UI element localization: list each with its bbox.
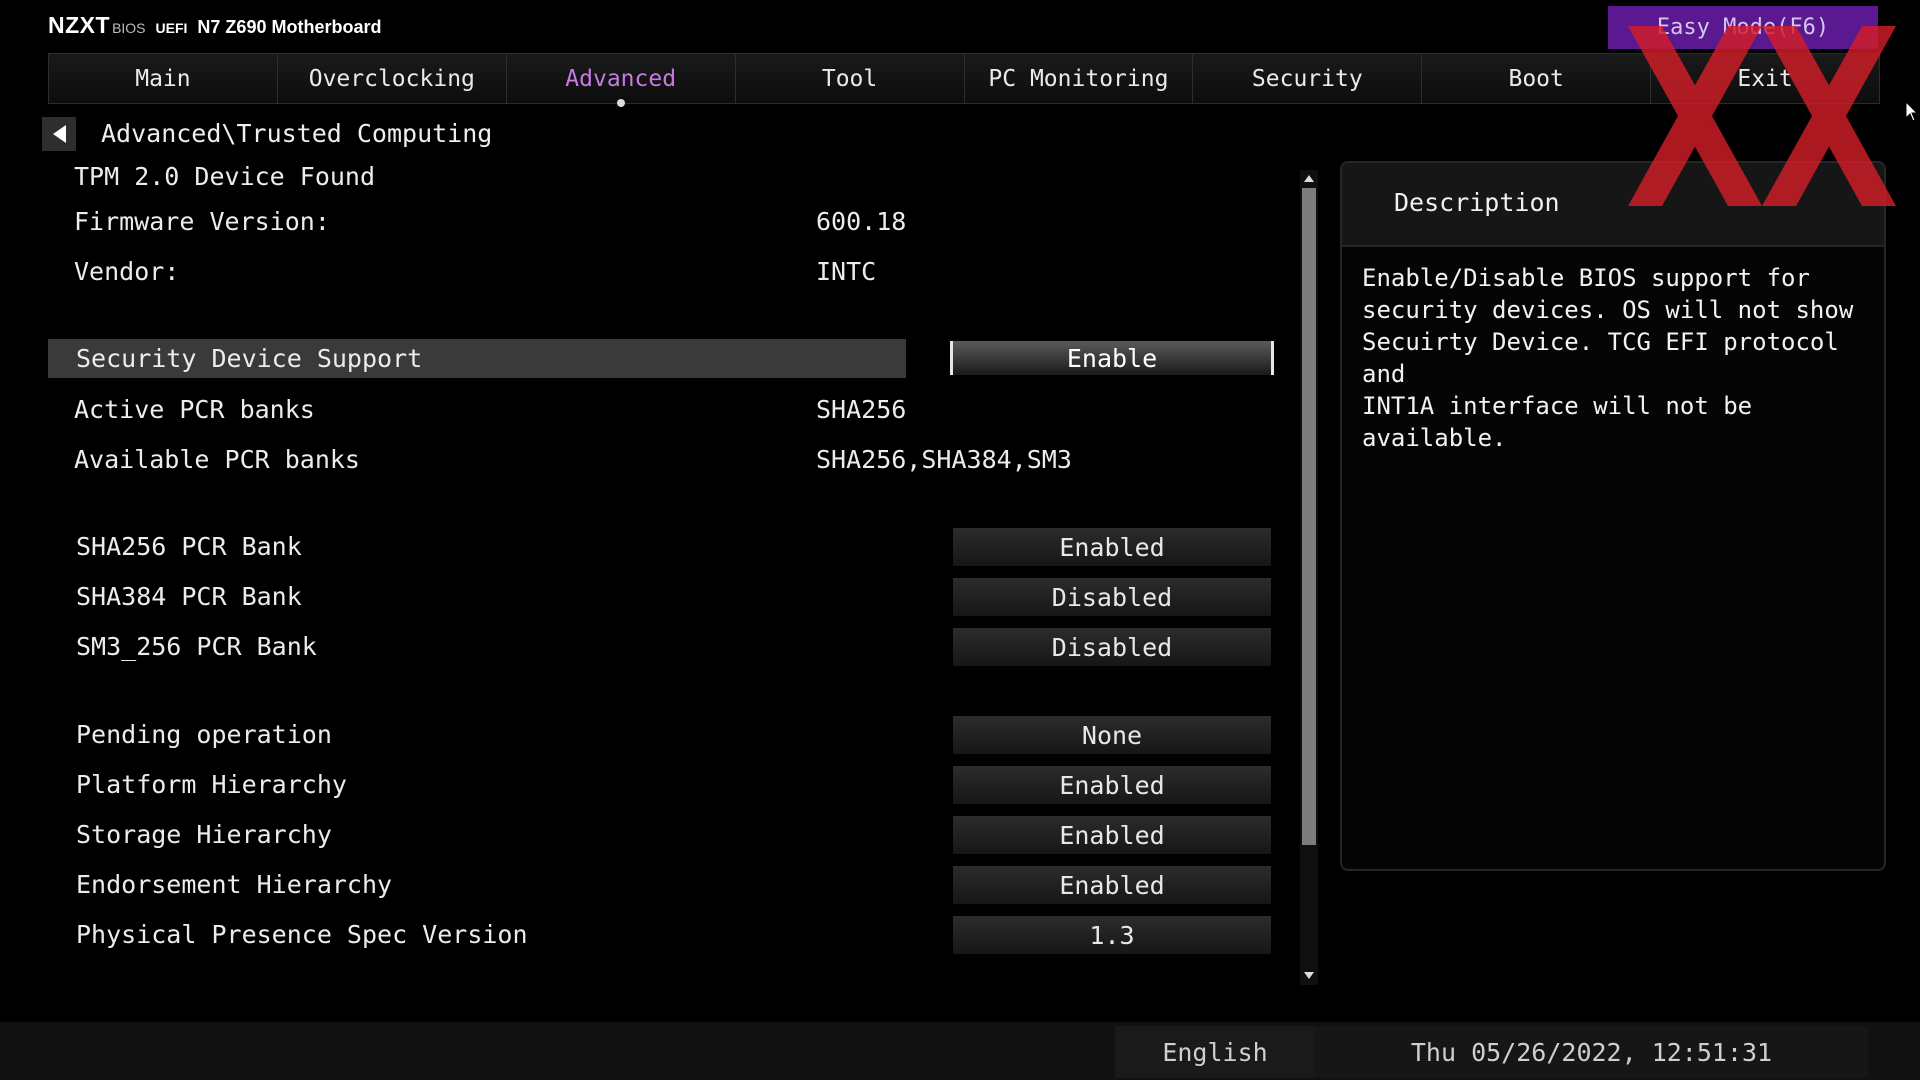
tab-main[interactable]: Main xyxy=(48,54,278,103)
available-pcr-banks-label: Available PCR banks xyxy=(74,445,360,474)
xx-watermark-logo xyxy=(1628,26,1896,206)
breadcrumb: Advanced\Trusted Computing xyxy=(101,119,493,148)
endorsement-hierarchy-select[interactable]: Enabled xyxy=(953,866,1271,904)
main-tab-bar: Main Overclocking Advanced Tool PC Monit… xyxy=(48,53,1880,107)
bios-brand: NZXT BIOS UEFI N7 Z690 Motherboard xyxy=(48,12,381,39)
tab-tool[interactable]: Tool xyxy=(735,54,965,103)
nzxt-logo: NZXT xyxy=(48,12,111,38)
sm3-256-pcr-bank-label: SM3_256 PCR Bank xyxy=(76,632,317,661)
description-title: Description xyxy=(1394,188,1560,217)
firmware-version-label: Firmware Version: xyxy=(74,207,330,236)
security-device-support-label: Security Device Support xyxy=(76,344,423,373)
sha256-pcr-bank-label: SHA256 PCR Bank xyxy=(76,532,302,561)
tab-label: Boot xyxy=(1508,65,1564,92)
vendor-label: Vendor: xyxy=(74,257,180,286)
tab-label: PC Monitoring xyxy=(988,65,1169,92)
uefi-label: UEFI xyxy=(155,20,188,36)
active-pcr-banks-label: Active PCR banks xyxy=(74,395,315,424)
back-button[interactable] xyxy=(42,117,76,151)
platform-hierarchy-label: Platform Hierarchy xyxy=(76,770,347,799)
tab-security[interactable]: Security xyxy=(1193,54,1423,103)
sha384-pcr-bank-select[interactable]: Disabled xyxy=(953,578,1271,616)
tpm-device-found-label: TPM 2.0 Device Found xyxy=(74,162,376,191)
sha384-pcr-bank-label: SHA384 PCR Bank xyxy=(76,582,302,611)
physical-presence-spec-version-select[interactable]: 1.3 xyxy=(953,916,1271,954)
tab-label: Advanced xyxy=(565,65,677,92)
active-pcr-banks-value: SHA256 xyxy=(816,395,907,424)
pending-operation-select[interactable]: None xyxy=(953,716,1271,754)
scroll-down-arrow-icon[interactable] xyxy=(1304,972,1314,979)
description-text: Enable/Disable BIOS support for security… xyxy=(1362,264,1854,452)
endorsement-hierarchy-label: Endorsement Hierarchy xyxy=(76,870,393,899)
vendor-value: INTC xyxy=(816,257,877,286)
scrollbar-thumb[interactable] xyxy=(1302,188,1316,845)
security-device-support-select[interactable]: Enable xyxy=(950,341,1274,375)
bios-label: BIOS xyxy=(112,20,146,36)
active-tab-indicator xyxy=(616,99,625,107)
motherboard-model: N7 Z690 Motherboard xyxy=(197,17,382,37)
mouse-pointer-icon xyxy=(1905,101,1919,122)
back-arrow-icon xyxy=(52,125,66,143)
tab-label: Overclocking xyxy=(308,65,475,92)
platform-hierarchy-select[interactable]: Enabled xyxy=(953,766,1271,804)
sha256-pcr-bank-select[interactable]: Enabled xyxy=(953,528,1271,566)
tab-boot[interactable]: Boot xyxy=(1422,54,1652,103)
language-selector[interactable]: English xyxy=(1115,1026,1315,1078)
system-datetime: Thu 05/26/2022, 12:51:31 xyxy=(1315,1026,1868,1078)
tab-label: Main xyxy=(135,65,191,92)
tab-label: Tool xyxy=(821,65,878,92)
available-pcr-banks-value: SHA256,SHA384,SM3 xyxy=(816,445,1072,474)
tab-label: Security xyxy=(1251,65,1363,92)
pending-operation-label: Pending operation xyxy=(76,720,332,749)
storage-hierarchy-select[interactable]: Enabled xyxy=(953,816,1271,854)
sm3-256-pcr-bank-select[interactable]: Disabled xyxy=(953,628,1271,666)
tab-pc-monitoring[interactable]: PC Monitoring xyxy=(964,54,1194,103)
tab-advanced[interactable]: Advanced xyxy=(506,54,736,107)
storage-hierarchy-label: Storage Hierarchy xyxy=(76,820,332,849)
tab-overclocking[interactable]: Overclocking xyxy=(277,54,507,103)
firmware-version-value: 600.18 xyxy=(816,207,907,236)
scroll-up-arrow-icon[interactable] xyxy=(1304,175,1314,182)
physical-presence-spec-version-label: Physical Presence Spec Version xyxy=(76,920,528,949)
